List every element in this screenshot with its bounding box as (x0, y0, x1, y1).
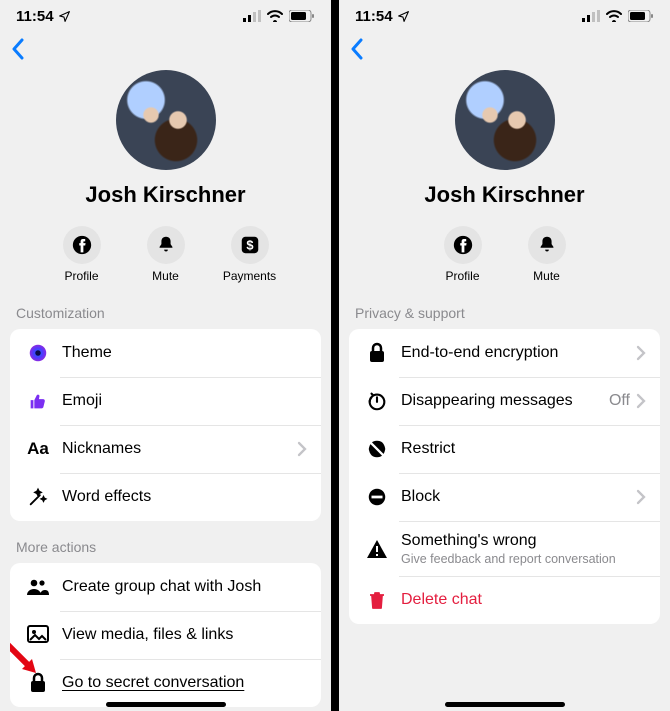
row-wrong-label: Something's wrong (401, 531, 646, 550)
row-view-media-label: View media, files & links (62, 626, 307, 644)
action-payments-label: Payments (223, 269, 276, 283)
row-emoji[interactable]: Emoji (10, 377, 321, 425)
row-theme-label: Theme (62, 344, 307, 362)
back-chevron-icon (349, 38, 365, 60)
profile-header: Josh Kirschner Profile Mute (339, 66, 670, 287)
profile-name: Josh Kirschner (424, 182, 584, 208)
phone-left: 11:54 Josh Kirschner Profile Mute $ Pay (0, 0, 331, 711)
screens-divider (331, 0, 339, 711)
block-icon (366, 486, 388, 508)
row-secret-label: Go to secret conversation (62, 674, 307, 692)
nav-back[interactable] (339, 32, 670, 66)
bell-icon (536, 234, 558, 256)
action-profile[interactable]: Profile (433, 226, 493, 283)
warning-icon (366, 539, 388, 559)
row-secret-conversation[interactable]: Go to secret conversation (10, 659, 321, 707)
battery-icon (628, 10, 654, 22)
trash-icon (367, 589, 387, 611)
profile-avatar[interactable] (116, 70, 216, 170)
row-block[interactable]: Block (349, 473, 660, 521)
row-emoji-label: Emoji (62, 392, 307, 410)
action-mute[interactable]: Mute (136, 226, 196, 283)
row-delete-label: Delete chat (401, 591, 646, 609)
row-nicknames[interactable]: Aa Nicknames (10, 425, 321, 473)
row-somethings-wrong[interactable]: Something's wrong Give feedback and repo… (349, 521, 660, 576)
chevron-right-icon (636, 393, 646, 409)
row-theme[interactable]: Theme (10, 329, 321, 377)
profile-action-row: Profile Mute (433, 226, 577, 283)
wifi-icon (606, 10, 622, 22)
theme-icon (27, 342, 49, 364)
timer-icon (366, 390, 388, 412)
cellular-icon (243, 10, 261, 22)
dollar-icon: $ (239, 234, 261, 256)
status-bar: 11:54 (0, 0, 331, 32)
row-e2e[interactable]: End-to-end encryption (349, 329, 660, 377)
status-bar: 11:54 (339, 0, 670, 32)
lock-icon (367, 342, 387, 364)
card-privacy: End-to-end encryption Disappearing messa… (349, 329, 660, 624)
chevron-right-icon (636, 489, 646, 505)
action-payments[interactable]: $ Payments (220, 226, 280, 283)
status-time: 11:54 (355, 8, 393, 25)
row-nicknames-label: Nicknames (62, 440, 297, 458)
row-create-group[interactable]: Create group chat with Josh (10, 563, 321, 611)
profile-avatar[interactable] (455, 70, 555, 170)
battery-icon (289, 10, 315, 22)
action-mute-label: Mute (533, 269, 560, 283)
row-create-group-label: Create group chat with Josh (62, 578, 307, 596)
row-disappearing-value: Off (609, 392, 630, 410)
facebook-icon (71, 234, 93, 256)
profile-action-row: Profile Mute $ Payments (52, 226, 280, 283)
bell-icon (155, 234, 177, 256)
chevron-right-icon (636, 345, 646, 361)
action-profile-label: Profile (64, 269, 98, 283)
row-e2e-label: End-to-end encryption (401, 344, 636, 362)
facebook-icon (452, 234, 474, 256)
home-indicator[interactable] (445, 702, 565, 707)
aa-icon: Aa (27, 439, 49, 459)
row-delete-chat[interactable]: Delete chat (349, 576, 660, 624)
row-word-effects-label: Word effects (62, 488, 307, 506)
card-more-actions: Create group chat with Josh View media, … (10, 563, 321, 707)
svg-text:$: $ (246, 238, 253, 253)
action-profile-label: Profile (445, 269, 479, 283)
row-disappearing-label: Disappearing messages (401, 392, 609, 410)
section-customization: Customization (0, 287, 331, 329)
red-arrow-pointer-icon (10, 639, 48, 683)
chevron-right-icon (297, 441, 307, 457)
location-icon (58, 10, 71, 23)
sparkle-wand-icon (27, 486, 49, 508)
group-icon (26, 577, 50, 597)
phone-right: 11:54 Josh Kirschner Profile Mute Privac… (339, 0, 670, 711)
section-privacy: Privacy & support (339, 287, 670, 329)
row-restrict[interactable]: Restrict (349, 425, 660, 473)
section-more-actions: More actions (0, 521, 331, 563)
home-indicator[interactable] (106, 702, 226, 707)
action-profile[interactable]: Profile (52, 226, 112, 283)
restrict-icon (366, 438, 388, 460)
card-customization: Theme Emoji Aa Nicknames Word effects (10, 329, 321, 521)
action-mute[interactable]: Mute (517, 226, 577, 283)
row-word-effects[interactable]: Word effects (10, 473, 321, 521)
thumb-icon (27, 390, 49, 412)
wifi-icon (267, 10, 283, 22)
back-chevron-icon (10, 38, 26, 60)
profile-header: Josh Kirschner Profile Mute $ Payments (0, 66, 331, 287)
row-disappearing[interactable]: Disappearing messages Off (349, 377, 660, 425)
row-view-media[interactable]: View media, files & links (10, 611, 321, 659)
nav-back[interactable] (0, 32, 331, 66)
row-block-label: Block (401, 488, 636, 506)
action-mute-label: Mute (152, 269, 179, 283)
location-icon (397, 10, 410, 23)
row-wrong-sub: Give feedback and report conversation (401, 552, 646, 566)
profile-name: Josh Kirschner (85, 182, 245, 208)
status-time: 11:54 (16, 8, 54, 25)
cellular-icon (582, 10, 600, 22)
row-restrict-label: Restrict (401, 440, 646, 458)
